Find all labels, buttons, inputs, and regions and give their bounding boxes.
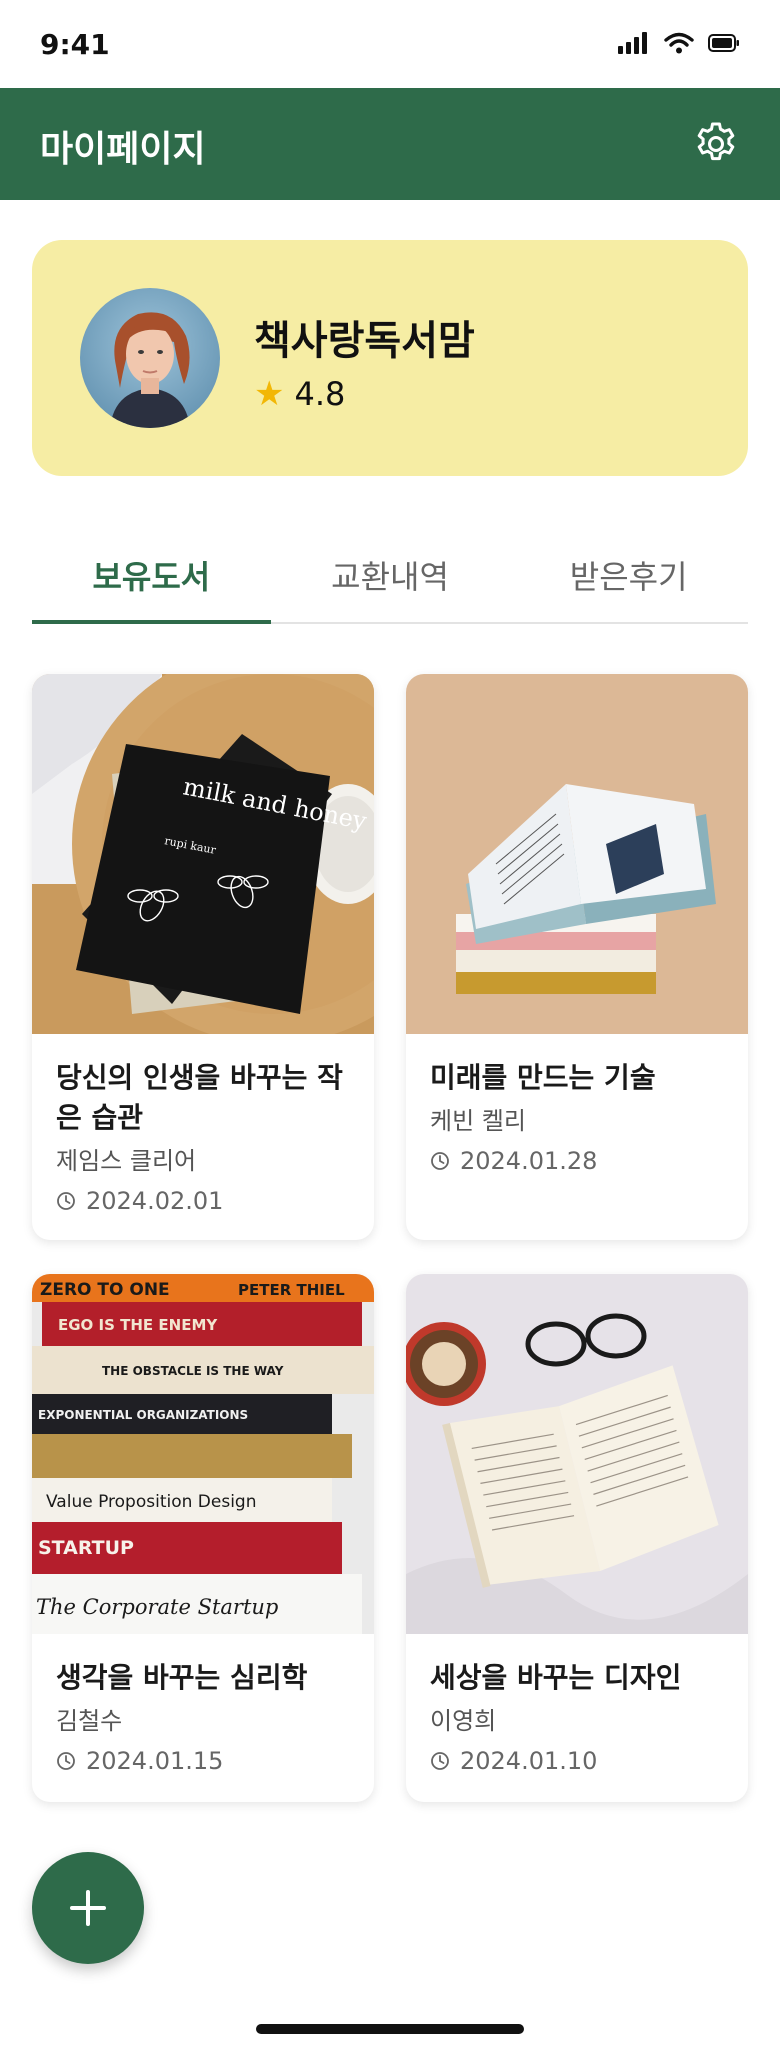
- spine-text: EGO IS THE ENEMY: [58, 1316, 218, 1334]
- profile-rating: ★ 4.8: [254, 374, 345, 414]
- book-cover-image: ZERO TO ONE PETER THIEL EGO IS THE ENEMY…: [32, 1274, 374, 1634]
- tab-owned-books[interactable]: 보유도서: [32, 540, 271, 624]
- gear-icon: [697, 122, 735, 161]
- book-date-text: 2024.01.10: [460, 1747, 598, 1775]
- book-date-text: 2024.01.15: [86, 1747, 224, 1775]
- spine-text: STARTUP: [38, 1537, 134, 1559]
- clock-icon: [57, 1192, 75, 1210]
- settings-button[interactable]: [692, 120, 740, 168]
- book-author: 이영희: [430, 1707, 497, 1735]
- book-author: 제임스 클리어: [56, 1147, 197, 1175]
- book-author: 김철수: [56, 1707, 123, 1735]
- book-title: 생각을 바꾸는 심리학: [56, 1661, 308, 1694]
- tab-bar: 보유도서 교환내역 받은후기: [32, 540, 748, 624]
- spine-text: ZERO TO ONE: [40, 1280, 170, 1300]
- add-book-button[interactable]: [32, 1852, 144, 1964]
- book-date-text: 2024.02.01: [86, 1187, 224, 1215]
- clock-icon: [431, 1152, 449, 1170]
- status-time: 9:41: [40, 28, 110, 61]
- avatar[interactable]: [80, 288, 220, 428]
- book-date: 2024.02.01: [56, 1184, 350, 1218]
- page-title: 마이페이지: [40, 129, 206, 170]
- book-card[interactable]: 세상을 바꾸는 디자인 이영희 2024.01.10: [406, 1274, 748, 1802]
- profile-card: 책사랑독서맘 ★ 4.8: [32, 240, 748, 476]
- status-icons: [618, 32, 740, 54]
- book-title: 세상을 바꾸는 디자인: [430, 1661, 682, 1694]
- book-cover-image: milk and honey rupi kaur: [32, 674, 374, 1034]
- star-icon: ★: [254, 374, 285, 414]
- signal-icon: [618, 32, 647, 54]
- book-date: 2024.01.28: [430, 1144, 724, 1178]
- book-date: 2024.01.10: [430, 1744, 724, 1778]
- spine-text: The Corporate Startup: [36, 1595, 278, 1619]
- wifi-icon: [664, 32, 694, 54]
- book-title: 당신의 인생을 바꾸는 작은 습관: [56, 1061, 343, 1134]
- home-indicator: [256, 2024, 524, 2034]
- profile-nickname: 책사랑독서맘: [254, 318, 475, 364]
- status-bar: 9:41: [0, 0, 780, 88]
- spine-text: Value Proposition Design: [46, 1492, 257, 1512]
- book-date-text: 2024.01.28: [460, 1147, 598, 1175]
- book-title: 미래를 만드는 기술: [430, 1061, 656, 1094]
- clock-icon: [431, 1752, 449, 1770]
- tab-exchange-history[interactable]: 교환내역: [271, 540, 510, 622]
- clock-icon: [57, 1752, 75, 1770]
- book-author: 케빈 켈리: [430, 1107, 526, 1135]
- avatar-image: [80, 288, 220, 428]
- book-card[interactable]: ZERO TO ONE PETER THIEL EGO IS THE ENEMY…: [32, 1274, 374, 1802]
- book-card[interactable]: milk and honey rupi kaur 당신의 인생을 바꾸는 작은 …: [32, 674, 374, 1240]
- spine-text: THE OBSTACLE IS THE WAY: [102, 1364, 284, 1378]
- rating-value: 4.8: [294, 375, 346, 413]
- tab-received-reviews[interactable]: 받은후기: [509, 540, 748, 622]
- book-cover-image: [406, 1274, 748, 1634]
- app-header: 마이페이지: [0, 88, 780, 200]
- battery-icon: [708, 34, 739, 52]
- spine-text: PETER THIEL: [238, 1281, 345, 1299]
- book-date: 2024.01.15: [56, 1744, 350, 1778]
- plus-icon: [70, 1890, 106, 1926]
- spine-text: EXPONENTIAL ORGANIZATIONS: [38, 1408, 248, 1422]
- book-cover-image: [406, 674, 748, 1034]
- book-card[interactable]: 미래를 만드는 기술 케빈 켈리 2024.01.28: [406, 674, 748, 1240]
